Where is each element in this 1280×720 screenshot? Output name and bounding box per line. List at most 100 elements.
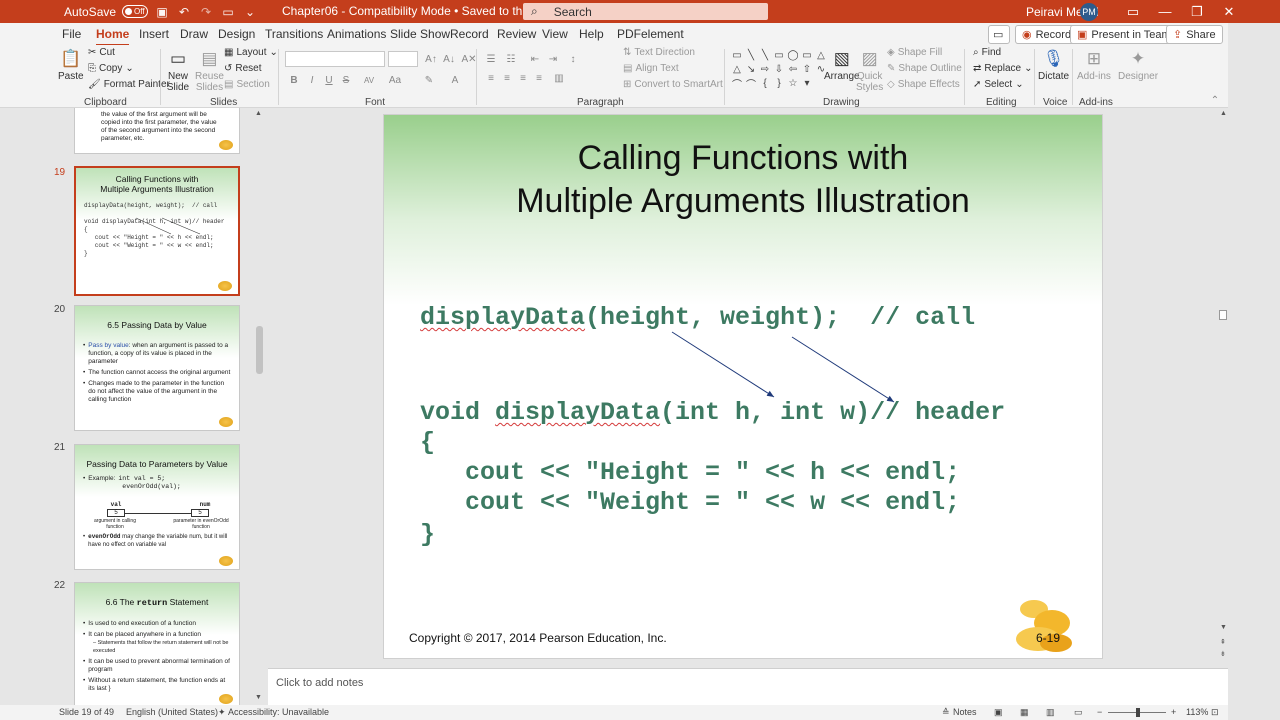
editor-scrollbar[interactable]: ▲ ▼ ⇞ ⇟ — [1218, 108, 1228, 668]
language-indicator[interactable]: English (United States) — [126, 707, 218, 717]
slide-thumbnail[interactable]: Passing Data to Parameters by Value • Exa… — [74, 444, 240, 570]
section-button[interactable]: ▤ Section — [224, 79, 270, 90]
underline-button[interactable]: U — [322, 73, 336, 87]
add-ins-button[interactable]: ⊞ Add-ins — [1077, 47, 1111, 83]
brace-open[interactable]: { — [420, 428, 435, 457]
tab-slide-show[interactable]: Slide Show — [390, 27, 450, 41]
arrow-shape-icon[interactable]: ⇧ — [801, 63, 813, 75]
slide-thumbnail[interactable]: 6.5 Passing Data by Value • Pass by value… — [74, 305, 240, 431]
tab-transitions[interactable]: Transitions — [265, 27, 323, 41]
slide-thumbnail[interactable]: the value of the first argument will be … — [74, 108, 240, 154]
arrow-shape-icon[interactable]: ⇨ — [759, 63, 771, 75]
paste-button[interactable]: 📋 Paste — [58, 47, 84, 83]
text-direction-button[interactable]: ⇅ Text Direction — [623, 47, 695, 58]
notes-placeholder[interactable]: Click to add notes — [276, 677, 363, 689]
clear-formatting-icon[interactable]: A✕ — [461, 52, 476, 66]
cut-button[interactable]: ✂ Cut — [88, 47, 115, 58]
font-size-box[interactable] — [388, 51, 418, 67]
save-icon[interactable]: ▣ — [154, 4, 170, 20]
comments-button[interactable]: ▭ — [988, 25, 1010, 44]
dictate-button[interactable]: 🎙 Dictate — [1038, 47, 1069, 83]
font-color-icon[interactable]: A — [448, 73, 462, 87]
decrease-font-icon[interactable]: A↓ — [442, 52, 456, 66]
columns-icon[interactable]: ▥ — [552, 71, 566, 85]
collapse-ribbon-icon[interactable]: ⌃ — [1208, 93, 1222, 107]
slide-canvas[interactable]: Calling Functions with Multiple Argument… — [383, 114, 1103, 659]
reuse-slides-button[interactable]: ▤ Reuse Slides — [195, 47, 224, 94]
search-box[interactable]: ⌕ Search — [523, 3, 768, 20]
arrange-button[interactable]: ▧ Arrange — [824, 47, 860, 83]
convert-smartart-button[interactable]: ⊞ Convert to SmartArt — [623, 79, 723, 90]
copy-button[interactable]: ⎘ Copy ⌄ — [88, 63, 134, 74]
bold-button[interactable]: B — [287, 73, 301, 87]
select-button[interactable]: ➚ Select ⌄ — [973, 79, 1024, 90]
code-line[interactable]: cout << "Weight = " << w << endl; — [420, 488, 960, 517]
undo-icon[interactable]: ↶ — [176, 4, 192, 20]
line-shape-icon[interactable]: ↘ — [745, 63, 757, 75]
find-button[interactable]: ⌕ Find — [973, 47, 1001, 58]
thumbnail-scrollbar[interactable]: ▲ ▼ — [253, 108, 266, 705]
tab-animations[interactable]: Animations — [327, 27, 386, 41]
record-button[interactable]: ◉ Record — [1015, 25, 1079, 44]
shape-effects-button[interactable]: ◇ Shape Effects — [887, 79, 960, 90]
zoom-out-icon[interactable]: − — [1097, 707, 1102, 717]
increase-indent-icon[interactable]: ⇥ — [546, 52, 560, 66]
tab-file[interactable]: File — [62, 27, 81, 41]
slideshow-icon[interactable]: ▭ — [1074, 707, 1083, 718]
scroll-down-icon[interactable]: ▼ — [255, 694, 262, 701]
rectangle-shape-icon[interactable]: ▭ — [773, 49, 785, 61]
shape-outline-button[interactable]: ✎ Shape Outline — [887, 63, 962, 74]
document-title[interactable]: Chapter06 - Compatibility Mode • Saved t… — [282, 4, 551, 18]
rectangle-shape-icon[interactable]: ▭ — [801, 49, 813, 61]
oval-shape-icon[interactable]: ◯ — [787, 49, 799, 61]
new-slide-button[interactable]: ▭ New Slide — [166, 47, 190, 94]
designer-button[interactable]: ✦ Designer — [1118, 47, 1158, 83]
brace-shape-icon[interactable]: { — [759, 77, 771, 89]
slide-footer[interactable]: Copyright © 2017, 2014 Pearson Education… — [409, 631, 667, 645]
scroll-up-icon[interactable]: ▲ — [1220, 110, 1227, 117]
line-shape-icon[interactable]: ╲ — [759, 49, 771, 61]
align-center-icon[interactable]: ≡ — [500, 71, 514, 85]
more-shapes-icon[interactable]: ▾ — [801, 77, 813, 89]
tab-design[interactable]: Design — [218, 27, 255, 41]
scroll-down-icon[interactable]: ▼ — [1220, 624, 1227, 631]
freeform-shape-icon[interactable]: ⌒ — [731, 77, 743, 91]
slide-sorter-icon[interactable]: ▦ — [1020, 707, 1029, 718]
zoom-level[interactable]: 113% — [1186, 707, 1208, 717]
justify-icon[interactable]: ≡ — [532, 71, 546, 85]
decrease-indent-icon[interactable]: ⇤ — [528, 52, 542, 66]
line-shape-icon[interactable]: ╲ — [745, 49, 757, 61]
tab-record[interactable]: Record — [450, 27, 489, 41]
notes-icon[interactable]: ≙ — [942, 707, 950, 718]
scroll-thumb[interactable] — [256, 326, 263, 374]
slide-thumbnail-pane[interactable]: the value of the first argument will be … — [52, 108, 267, 705]
tab-view[interactable]: View — [542, 27, 568, 41]
reading-view-icon[interactable]: ▥ — [1046, 707, 1055, 718]
tab-home[interactable]: Home — [96, 27, 130, 47]
triangle-shape-icon[interactable]: △ — [731, 63, 743, 75]
code-line[interactable]: cout << "Height = " << h << endl; — [420, 458, 960, 487]
scroll-thumb[interactable] — [1219, 310, 1227, 320]
curve-shape-icon[interactable]: ⌒ — [745, 77, 757, 91]
accessibility-icon[interactable]: ✦ — [218, 707, 226, 718]
quick-styles-button[interactable]: ▨ Quick Styles — [856, 47, 883, 94]
share-button[interactable]: ⇪ Share — [1166, 25, 1223, 44]
slide-thumbnail-selected[interactable]: Calling Functions with Multiple Argument… — [74, 166, 240, 296]
brace-shape-icon[interactable]: } — [773, 77, 785, 89]
next-slide-icon[interactable]: ⇟ — [1220, 650, 1226, 658]
scroll-up-icon[interactable]: ▲ — [255, 110, 262, 117]
font-name-box[interactable] — [285, 51, 385, 67]
fit-to-window-icon[interactable]: ⊡ — [1211, 707, 1219, 718]
zoom-slider-thumb[interactable] — [1136, 708, 1140, 717]
tab-review[interactable]: Review — [497, 27, 536, 41]
layout-button[interactable]: ▦ Layout ⌄ — [224, 47, 278, 58]
numbering-icon[interactable]: ☷ — [504, 52, 518, 66]
arrow-shape-icon[interactable]: ⇩ — [773, 63, 785, 75]
normal-view-icon[interactable]: ▣ — [994, 707, 1003, 718]
align-right-icon[interactable]: ≡ — [516, 71, 530, 85]
restore-icon[interactable]: ❐ — [1182, 0, 1212, 23]
header-code-line[interactable]: void displayData(int h, int w)// header — [420, 398, 1005, 427]
tab-pdfelement[interactable]: PDFelement — [617, 27, 684, 41]
italic-button[interactable]: I — [305, 73, 319, 87]
reset-button[interactable]: ↺ Reset — [224, 63, 262, 74]
